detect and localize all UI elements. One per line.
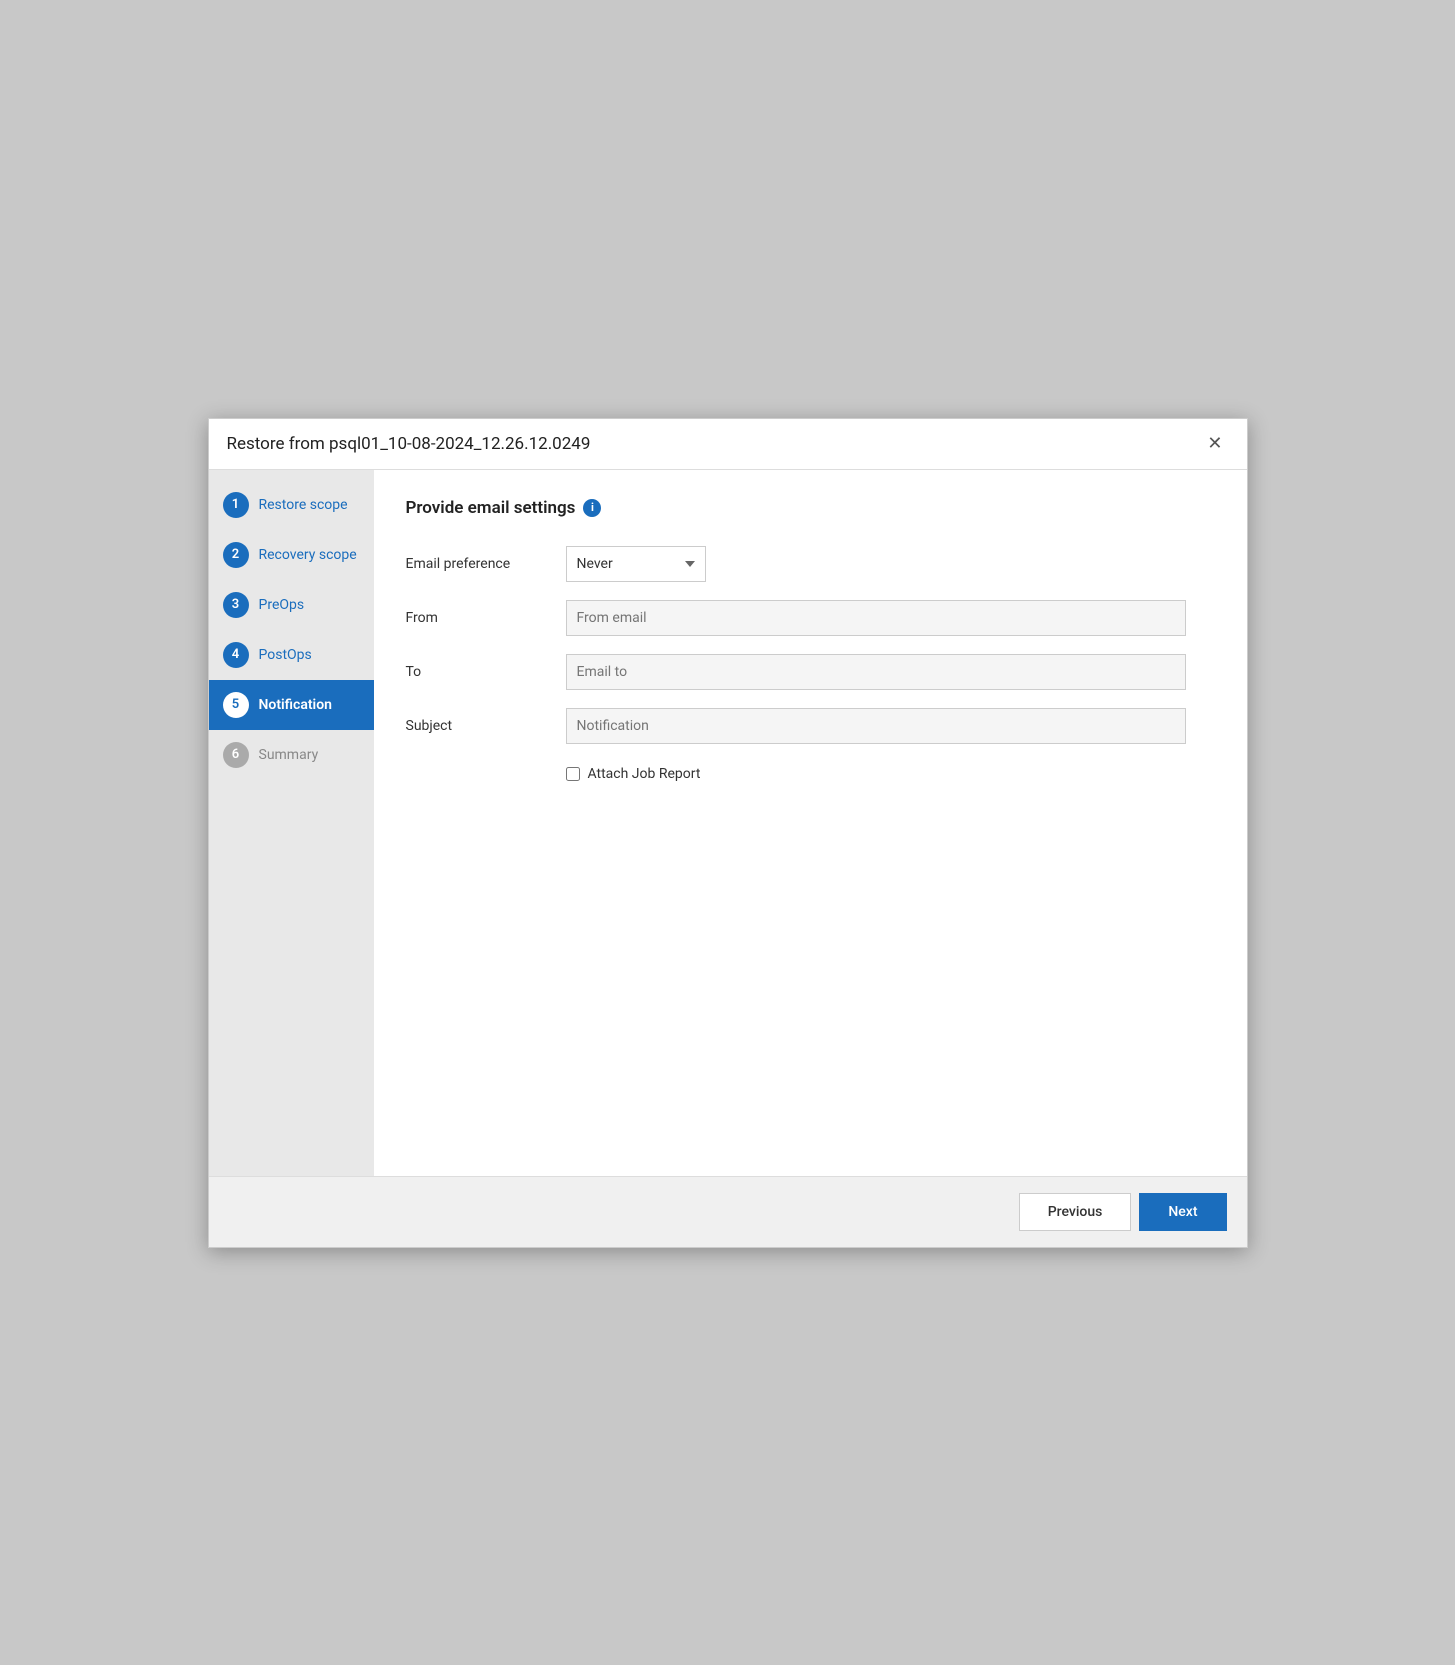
step-badge-1: 1 bbox=[223, 492, 249, 518]
dialog-title: Restore from psql01_10-08-2024_12.26.12.… bbox=[227, 434, 591, 454]
from-input[interactable] bbox=[566, 600, 1186, 636]
sidebar-item-preops[interactable]: 3 PreOps bbox=[209, 580, 374, 630]
step-badge-2: 2 bbox=[223, 542, 249, 568]
sidebar-item-recovery-scope[interactable]: 2 Recovery scope bbox=[209, 530, 374, 580]
restore-dialog: Restore from psql01_10-08-2024_12.26.12.… bbox=[208, 418, 1248, 1248]
section-title: Provide email settings bbox=[406, 498, 576, 518]
from-label: From bbox=[406, 610, 566, 626]
to-label: To bbox=[406, 664, 566, 680]
previous-button[interactable]: Previous bbox=[1019, 1193, 1132, 1231]
sidebar-label-6: Summary bbox=[259, 747, 319, 763]
attach-job-report-row: Attach Job Report bbox=[566, 766, 1215, 782]
to-input[interactable] bbox=[566, 654, 1186, 690]
dialog-titlebar: Restore from psql01_10-08-2024_12.26.12.… bbox=[209, 419, 1247, 470]
sidebar-label-2: Recovery scope bbox=[259, 547, 357, 563]
step-badge-6: 6 bbox=[223, 742, 249, 768]
sidebar-item-notification[interactable]: 5 Notification bbox=[209, 680, 374, 730]
email-preference-select[interactable]: Never Always On Failure On Success bbox=[566, 546, 706, 582]
email-preference-label: Email preference bbox=[406, 556, 566, 572]
step-badge-4: 4 bbox=[223, 642, 249, 668]
sidebar-item-postops[interactable]: 4 PostOps bbox=[209, 630, 374, 680]
sidebar-item-summary[interactable]: 6 Summary bbox=[209, 730, 374, 780]
sidebar: 1 Restore scope 2 Recovery scope 3 PreOp… bbox=[209, 470, 374, 1176]
attach-job-report-label[interactable]: Attach Job Report bbox=[588, 766, 701, 782]
from-row: From bbox=[406, 600, 1215, 636]
subject-row: Subject bbox=[406, 708, 1215, 744]
step-badge-5: 5 bbox=[223, 692, 249, 718]
subject-input[interactable] bbox=[566, 708, 1186, 744]
section-header: Provide email settings i bbox=[406, 498, 1215, 518]
to-row: To bbox=[406, 654, 1215, 690]
next-button[interactable]: Next bbox=[1139, 1193, 1226, 1231]
step-badge-3: 3 bbox=[223, 592, 249, 618]
sidebar-item-restore-scope[interactable]: 1 Restore scope bbox=[209, 480, 374, 530]
close-button[interactable]: ✕ bbox=[1201, 433, 1228, 455]
dialog-body: 1 Restore scope 2 Recovery scope 3 PreOp… bbox=[209, 470, 1247, 1176]
sidebar-label-3: PreOps bbox=[259, 597, 305, 613]
sidebar-label-5: Notification bbox=[259, 697, 332, 713]
subject-label: Subject bbox=[406, 718, 566, 734]
dialog-footer: Previous Next bbox=[209, 1176, 1247, 1247]
attach-job-report-checkbox[interactable] bbox=[566, 767, 580, 781]
sidebar-label-1: Restore scope bbox=[259, 497, 348, 513]
sidebar-label-4: PostOps bbox=[259, 647, 312, 663]
main-content: Provide email settings i Email preferenc… bbox=[374, 470, 1247, 1176]
info-icon[interactable]: i bbox=[583, 499, 601, 517]
email-preference-row: Email preference Never Always On Failure… bbox=[406, 546, 1215, 582]
